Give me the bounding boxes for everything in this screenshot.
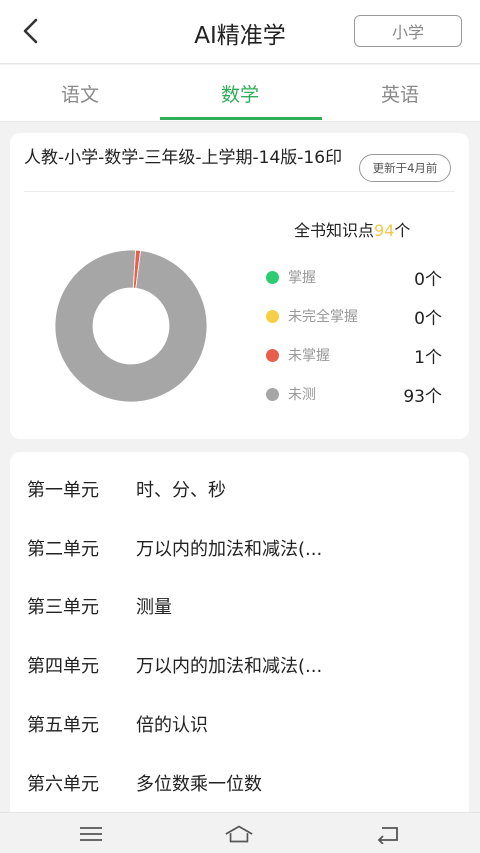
unit-name: 多位数乘一位数 [136, 774, 262, 795]
legend-count: 0个 [414, 269, 442, 290]
unit-name: 测量 [136, 597, 172, 618]
unit-number: 第四单元 [27, 656, 99, 677]
menu-button[interactable] [76, 821, 106, 847]
legend-dot-not-mastered [266, 348, 279, 362]
list-item-unit-2[interactable]: 第二单元 万以内的加法和减法(... [27, 535, 322, 561]
list-item-unit-3[interactable]: 第三单元 测量 [27, 593, 172, 619]
legend-dot-mastered [266, 270, 279, 284]
tab-chinese[interactable]: 语文 [0, 65, 160, 121]
top-bar: AI精准学 小学 [0, 0, 480, 64]
legend-dot-partially-mastered [266, 309, 279, 323]
textbook-title: 人教-小学-数学-三年级-上学期-14版-16印 [24, 148, 343, 168]
grade-select-button[interactable]: 小学 [354, 15, 462, 47]
unit-name: 万以内的加法和减法(... [136, 539, 323, 560]
legend-label: 掌握 [288, 270, 316, 286]
unit-number: 第二单元 [27, 539, 99, 560]
total-count: 94 [374, 221, 395, 240]
divider [24, 191, 455, 192]
tab-english[interactable]: 英语 [320, 65, 480, 121]
legend-untested: 未测 93个 [266, 382, 442, 407]
list-item-unit-5[interactable]: 第五单元 倍的认识 [27, 711, 208, 737]
list-item-unit-1[interactable]: 第一单元 时、分、秒 [27, 476, 226, 502]
legend-partially-mastered: 未完全掌握 0个 [266, 304, 442, 329]
unit-number: 第六单元 [27, 774, 99, 795]
unit-name: 时、分、秒 [136, 480, 226, 501]
legend-mastered: 掌握 0个 [266, 265, 442, 290]
list-item-unit-6[interactable]: 第六单元 多位数乘一位数 [27, 770, 262, 796]
unit-number: 第五单元 [27, 715, 99, 736]
legend-label: 未掌握 [288, 348, 330, 364]
unit-number: 第一单元 [27, 480, 99, 501]
system-navigation-bar [0, 812, 480, 853]
legend-label: 未完全掌握 [288, 309, 358, 325]
total-suffix: 个 [394, 221, 411, 240]
legend-dot-untested [266, 387, 279, 401]
home-button[interactable] [224, 821, 254, 847]
legend-count: 1个 [414, 347, 442, 368]
legend-count: 0个 [414, 308, 442, 329]
total-knowledge-points: 全书知识点94个 [294, 217, 410, 241]
list-item-unit-4[interactable]: 第四单元 万以内的加法和减法(... [27, 652, 322, 678]
update-badge: 更新于4月前 [359, 154, 451, 182]
subject-tabs: 语文 数学 英语 [0, 65, 480, 122]
knowledge-summary-card: 人教-小学-数学-三年级-上学期-14版-16印 更新于4月前 全书知识点94个… [10, 133, 469, 439]
system-back-button[interactable] [373, 821, 403, 847]
mastery-donut-chart [54, 249, 208, 403]
unit-number: 第三单元 [27, 597, 99, 618]
tab-math[interactable]: 数学 [160, 65, 322, 121]
unit-name: 倍的认识 [136, 715, 208, 736]
home-icon [225, 825, 253, 843]
legend-not-mastered: 未掌握 1个 [266, 343, 442, 368]
menu-icon [80, 827, 102, 841]
legend-label: 未测 [288, 387, 316, 403]
return-icon [377, 827, 398, 844]
unit-list: 第一单元 时、分、秒 第二单元 万以内的加法和减法(... 第三单元 测量 第四… [10, 452, 469, 822]
donut-slice-未测 [54, 249, 208, 403]
total-prefix: 全书知识点 [294, 221, 375, 240]
legend-count: 93个 [403, 386, 442, 407]
unit-name: 万以内的加法和减法(... [136, 656, 323, 677]
